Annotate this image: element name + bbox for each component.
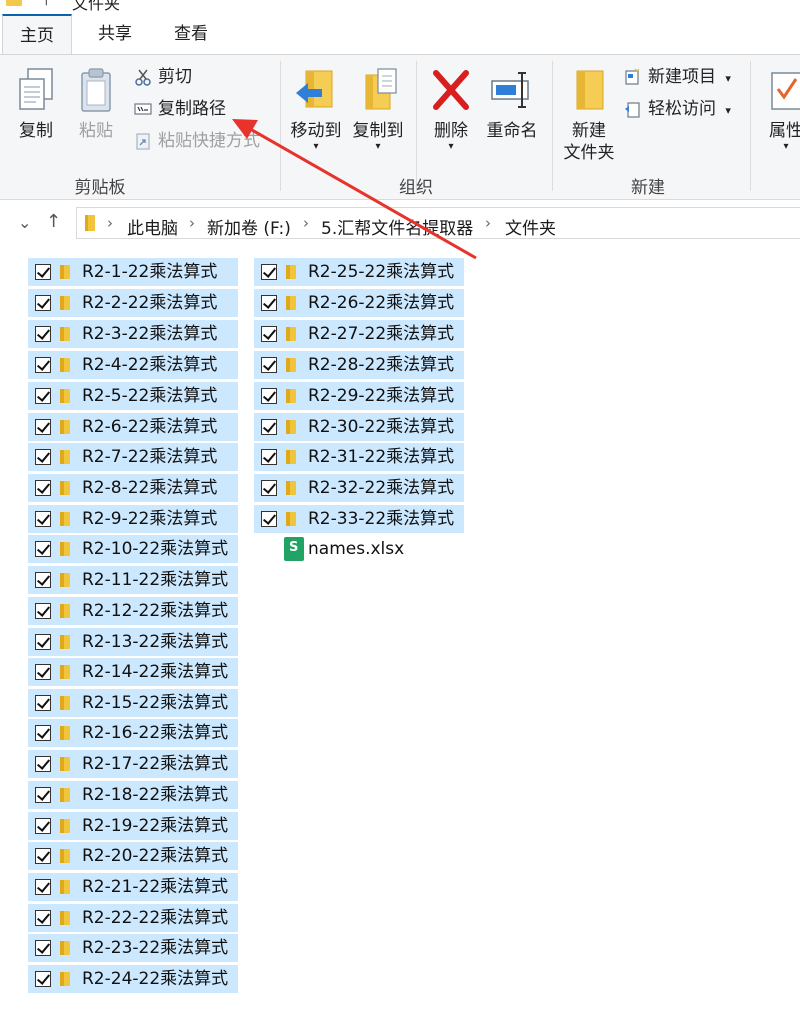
- arrow-line: [251, 128, 477, 260]
- file-explorer-window: | 文件夹 主页 共享 查看 复制: [0, 0, 800, 1011]
- arrow-head-icon: [232, 119, 258, 139]
- red-arrow-annotation: [232, 119, 477, 260]
